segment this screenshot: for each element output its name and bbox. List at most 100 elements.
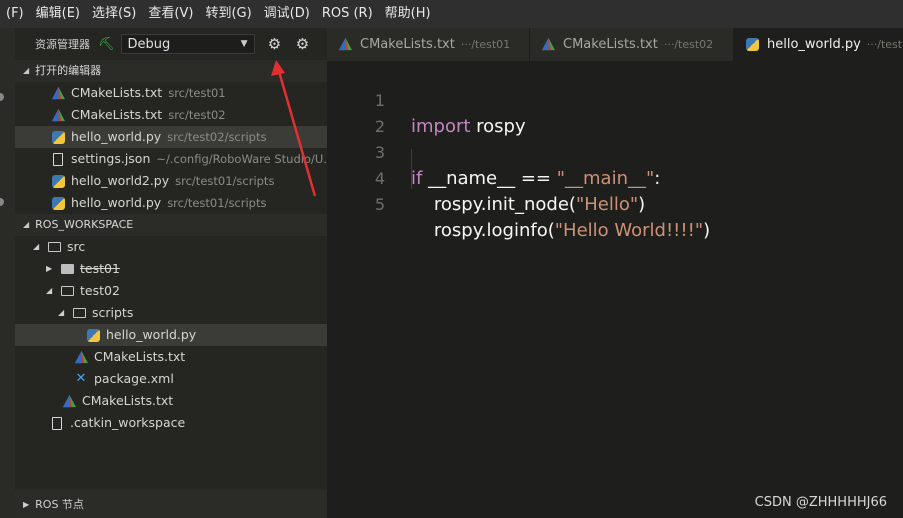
tree-folder-src[interactable]: ◢ src [15,236,327,258]
expanded-triangle-icon: ◢ [46,286,53,295]
file-path: ~/.config/RoboWare Studio/U… [156,152,327,166]
file-path: src/test01/scripts [167,196,267,210]
tab-label: CMakeLists.txt [360,37,455,52]
tree-file-cmakelists-src[interactable]: CMakeLists.txt [15,390,327,412]
tab-cmakelists-test01[interactable]: CMakeLists.txt ···/test01 [327,28,530,61]
tab-path: ···/test01 [460,38,511,51]
tree-folder-test01[interactable]: ▶ test01 [15,258,327,280]
folder-open-icon [72,306,86,320]
python-icon [51,174,65,188]
explorer-title: 资源管理器 [35,38,90,51]
file-path: src/test02/scripts [167,130,267,144]
tree-file-hello-world[interactable]: hello_world.py [15,324,327,346]
collapse-triangle-icon: ◢ [23,66,30,75]
tree-file-cmakelists[interactable]: CMakeLists.txt [15,346,327,368]
menu-edit[interactable]: 编辑(E) [30,0,86,28]
open-editors-title: 打开的编辑器 [35,64,102,77]
file-name: hello_world.py [71,129,162,144]
editor-tabs: CMakeLists.txt ···/test01 CMakeLists.txt… [327,28,903,61]
cmake-icon [339,38,352,51]
folder-open-icon [60,284,74,298]
folder-name: src [67,239,86,254]
menu-select[interactable]: 选择(S) [86,0,142,28]
watermark: CSDN @ZHHHHHJ66 [754,495,887,510]
activity-icon[interactable] [0,198,4,206]
collapsed-triangle-icon: ▶ [46,264,53,273]
collapsed-triangle-icon: ▶ [23,499,30,509]
file-name: package.xml [94,371,174,386]
menu-goto[interactable]: 转到(G) [199,0,257,28]
menu-view[interactable]: 查看(V) [142,0,199,28]
tree-file-package-xml[interactable]: ✕ package.xml [15,368,327,390]
menu-bar: (F) 编辑(E) 选择(S) 查看(V) 转到(G) 调试(D) ROS (R… [0,0,903,28]
open-editors-header[interactable]: ◢ 打开的编辑器 [15,60,327,82]
file-path: src/test01 [168,86,226,100]
code-token: rospy.init_node( [411,194,576,215]
python-icon [746,38,759,51]
gear-run-icon[interactable]: ⚙ [295,36,311,52]
activity-icon[interactable] [0,93,4,101]
workspace-title: ROS_WORKSPACE [35,218,134,231]
cmake-icon [74,350,88,364]
build-hammer-icon[interactable]: ⛏ [98,37,115,52]
code-line: 1 import rospy [327,62,903,137]
file-name: hello_world2.py [71,173,170,188]
tab-label: CMakeLists.txt [563,37,658,52]
open-editor-item-active[interactable]: hello_world.py src/test02/scripts [15,126,327,148]
file-name: .catkin_workspace [70,415,186,430]
code-token: ) [703,220,711,241]
file-name: hello_world.py [106,327,197,342]
expanded-triangle-icon: ◢ [58,308,65,317]
open-editor-item[interactable]: CMakeLists.txt src/test01 [15,82,327,104]
tree-folder-scripts[interactable]: ◢ scripts [15,302,327,324]
code-line: 4 rospy.init_node("Hello") [327,140,903,215]
tab-label: hello_world.py [767,37,861,52]
python-icon [86,328,100,342]
ros-nodes-header[interactable]: ▶ ROS 节点 [15,490,327,518]
menu-ros[interactable]: ROS (R) [316,0,379,28]
open-editor-item[interactable]: hello_world.py src/test01/scripts [15,192,327,214]
file-name: settings.json [71,151,151,166]
build-config-select[interactable]: Debug ▼ [120,34,255,54]
menu-file[interactable]: (F) [0,0,30,28]
cmake-icon [51,86,65,100]
gear-icon[interactable]: ⚙ [267,36,283,52]
explorer-sidebar: 资源管理器 ⛏ Debug ▼ ⚙ ⚙ ◢ 打开的编辑器 CMakeLists.… [15,28,327,518]
line-number: 5 [374,195,385,214]
code-editor[interactable]: 1 import rospy 2 3 if __name__ == "__mai… [327,61,903,518]
tools-icon: ✕ [75,371,87,386]
folder-name: test02 [80,283,120,298]
open-editor-item[interactable]: CMakeLists.txt src/test02 [15,104,327,126]
workspace-header[interactable]: ◢ ROS_WORKSPACE [15,214,327,236]
tab-path: ···/test02 [663,38,714,51]
folder-icon [60,262,74,276]
menu-debug[interactable]: 调试(D) [258,0,316,28]
open-editor-item[interactable]: settings.json ~/.config/RoboWare Studio/… [15,148,327,170]
folder-name: scripts [92,305,134,320]
chevron-down-icon: ▼ [240,39,248,49]
indent-guide [411,149,412,189]
code-text: rospy.init_node("Hello") [411,192,645,218]
folder-name: test01 [80,261,120,276]
file-name: hello_world.py [71,195,162,210]
menu-help[interactable]: 帮助(H) [379,0,437,28]
python-icon [51,196,65,210]
cmake-icon [542,38,555,51]
file-name: CMakeLists.txt [71,107,163,122]
ros-nodes-title: ROS 节点 [35,498,84,511]
tree-file-catkin-workspace[interactable]: .catkin_workspace [15,412,327,434]
tree-folder-test02[interactable]: ◢ test02 [15,280,327,302]
open-editor-item[interactable]: hello_world2.py src/test01/scripts [15,170,327,192]
activity-bar [0,28,15,518]
code-line: 2 [327,88,903,136]
build-config-value: Debug [127,36,171,52]
code-line: 5 rospy.loginfo("Hello World!!!!") [327,166,903,241]
file-name: CMakeLists.txt [71,85,163,100]
code-text: rospy.loginfo("Hello World!!!!") [411,218,710,244]
tab-cmakelists-test02[interactable]: CMakeLists.txt ···/test02 [530,28,734,61]
tab-hello-world[interactable]: hello_world.py ···/test0 [734,28,903,61]
file-icon [50,416,64,430]
code-token: rospy.loginfo( [411,220,555,241]
tab-path: ···/test0 [866,38,903,51]
file-name: CMakeLists.txt [82,393,174,408]
